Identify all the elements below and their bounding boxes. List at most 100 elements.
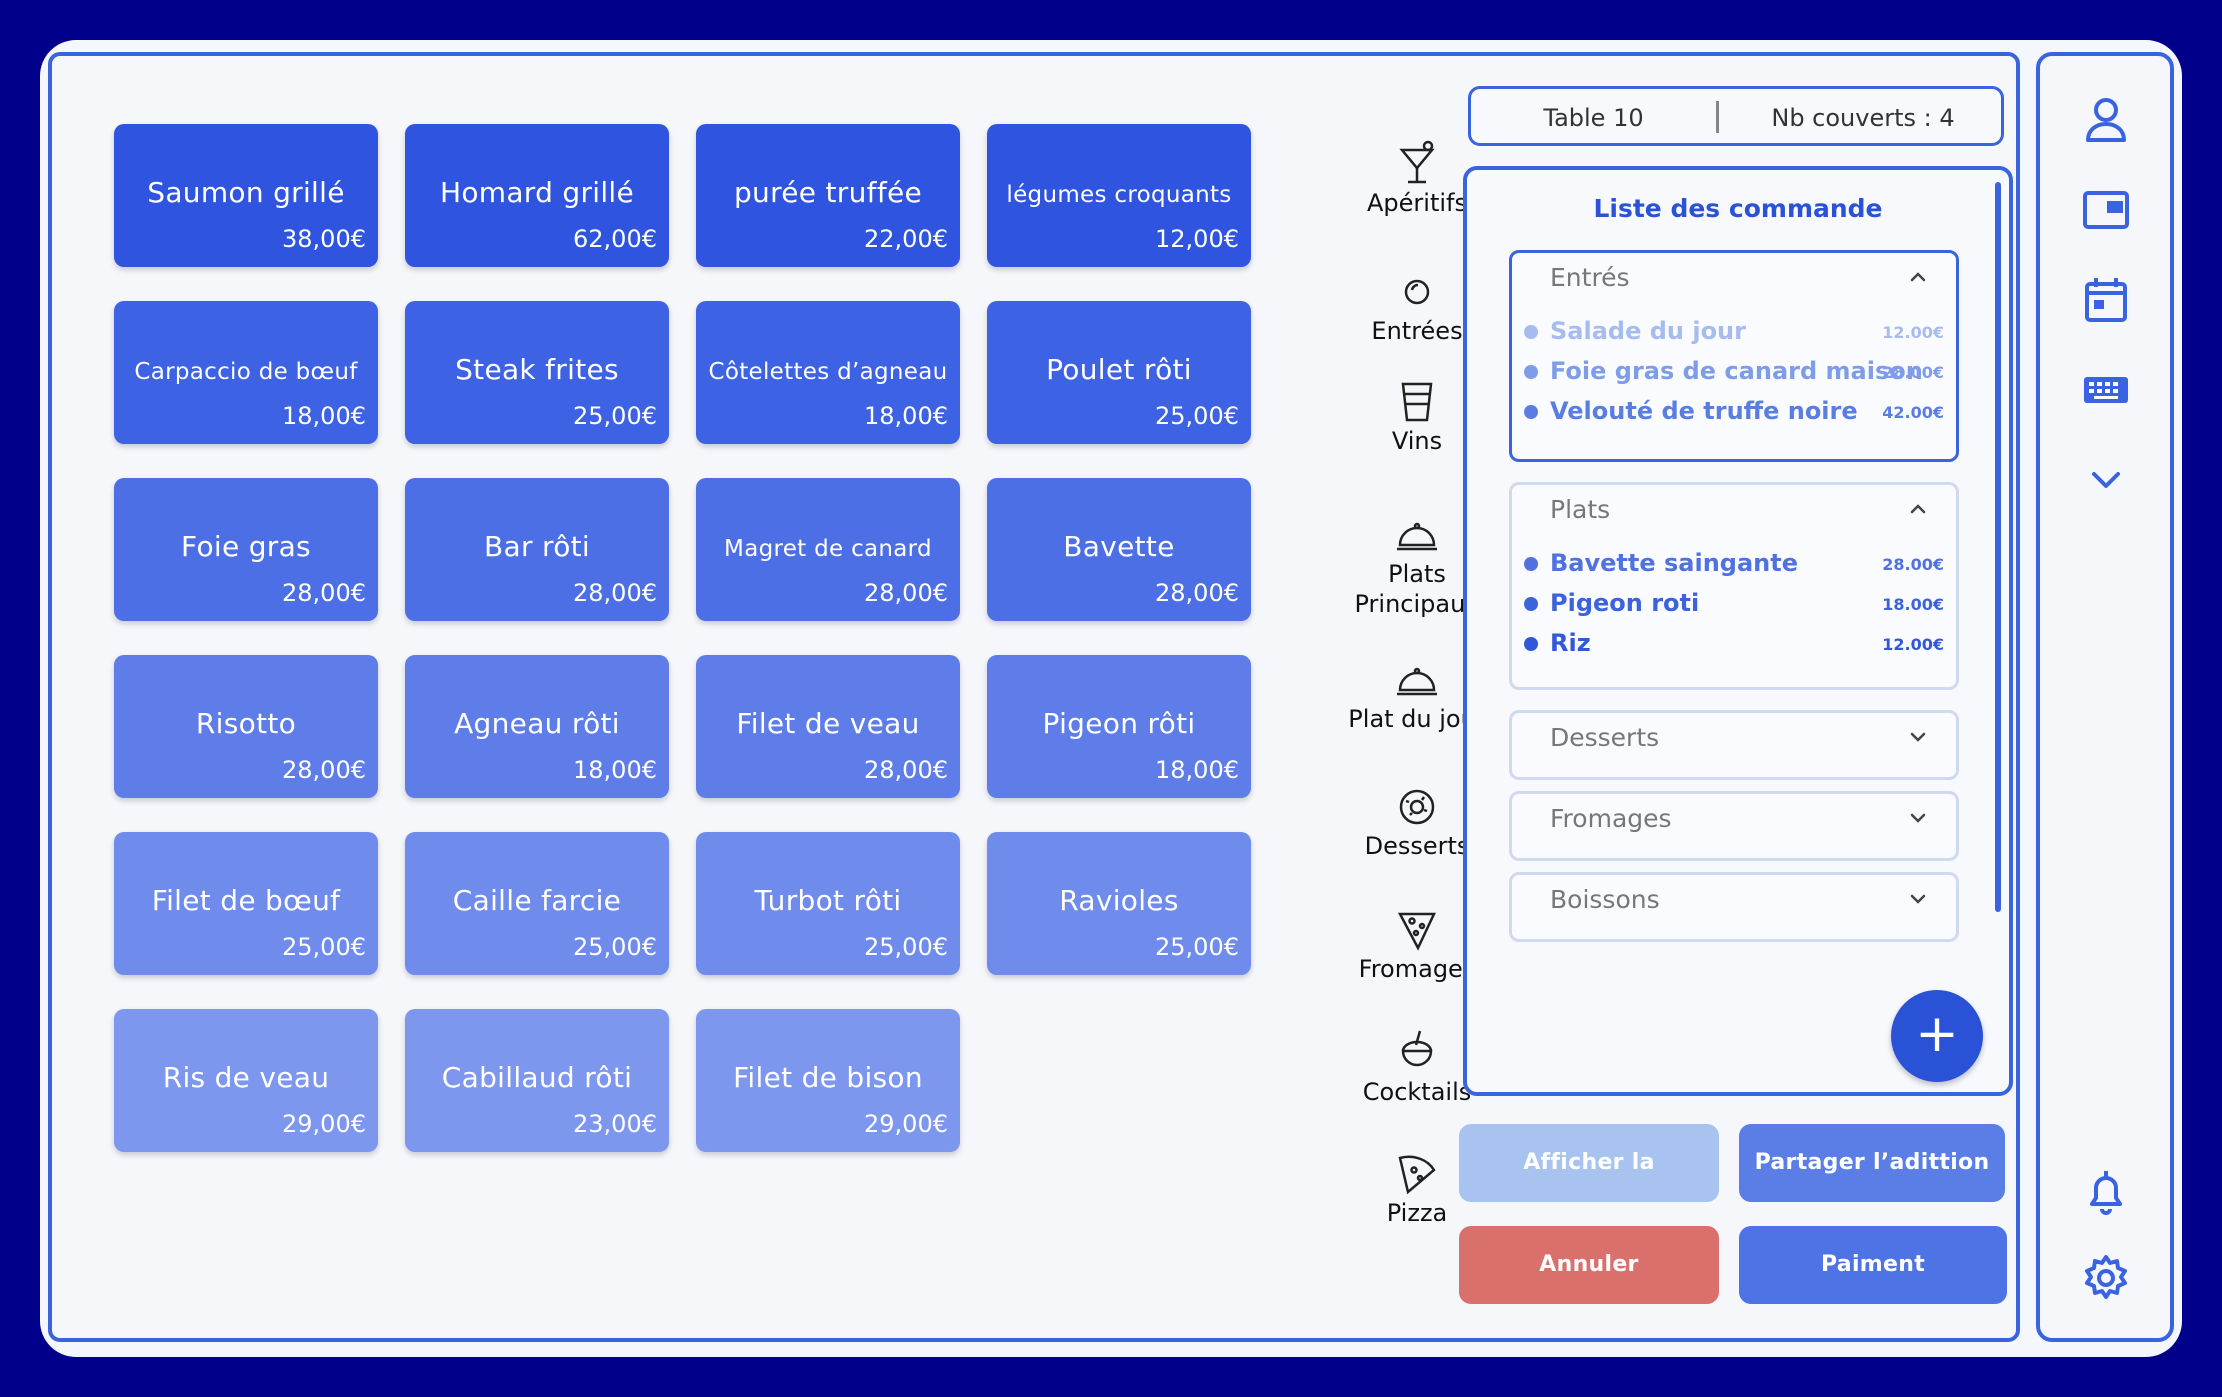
user-icon[interactable] [2080, 94, 2132, 146]
order-title: Liste des commande [1593, 194, 1883, 223]
dish-card[interactable]: Turbot rôti 25,00€ [696, 832, 960, 975]
dish-name: Ravioles [1059, 884, 1179, 917]
dish-card[interactable]: purée truffée 22,00€ [696, 124, 960, 267]
add-button[interactable]: + [1891, 990, 1983, 1082]
section-title: Desserts [1550, 723, 1660, 752]
dish-name: Bar rôti [484, 530, 590, 563]
dish-price: 25,00€ [1155, 402, 1239, 430]
order-item[interactable]: Riz 12.00€ [1524, 627, 1944, 659]
dish-name: Magret de canard [724, 536, 932, 562]
order-section-boissons[interactable]: Boissons [1509, 872, 1959, 942]
dish-card[interactable]: Steak frites 25,00€ [405, 301, 669, 444]
order-section-plats[interactable]: Plats Bavette saingante 28.00€ Pigeon roti 1… [1509, 482, 1959, 690]
show-order-button[interactable]: Afficher la commande [1459, 1124, 1719, 1253]
dish-price: 28,00€ [282, 756, 366, 784]
bullet-icon [1524, 405, 1538, 419]
dish-card[interactable]: Ravioles 25,00€ [987, 832, 1251, 975]
dish-price: 25,00€ [1155, 933, 1239, 961]
chevron-down-icon[interactable] [1906, 725, 1930, 749]
header-divider [1716, 101, 1719, 133]
dish-card[interactable]: Magret de canard 28,00€ [696, 478, 960, 621]
dish-card[interactable]: légumes croquants 12,00€ [987, 124, 1251, 267]
order-item-name: Salade du jour [1550, 317, 1746, 345]
order-item[interactable]: Foie gras de canard maison 28.00€ [1524, 355, 1944, 387]
covers-count: Nb couverts : 4 [1771, 104, 1955, 132]
order-item-price: 28.00€ [1882, 363, 1944, 382]
order-item-name: Riz [1550, 629, 1591, 657]
split-bill-button[interactable]: Partager l’adittion [1739, 1124, 2005, 1202]
chevron-down-icon[interactable] [2080, 454, 2132, 506]
dish-name: Ris de veau [162, 1061, 330, 1094]
section-title: Plats [1550, 495, 1611, 524]
dish-card[interactable]: Bar rôti 28,00€ [405, 478, 669, 621]
dish-card[interactable]: Risotto 28,00€ [114, 655, 378, 798]
order-item[interactable]: Velouté de truffe noire 42.00€ [1524, 395, 1944, 427]
dish-price: 28,00€ [864, 756, 948, 784]
dish-name: Carpaccio de bœuf [134, 359, 358, 385]
order-item[interactable]: Salade du jour 12.00€ [1524, 315, 1944, 347]
bullet-icon [1524, 557, 1538, 571]
dish-card[interactable]: Ris de veau 29,00€ [114, 1009, 378, 1152]
bell-icon[interactable] [2080, 1166, 2132, 1218]
dish-name: Cabillaud rôti [441, 1061, 633, 1094]
chevron-down-icon[interactable] [1906, 887, 1930, 911]
dish-card[interactable]: Filet de bison 29,00€ [696, 1009, 960, 1152]
cheese-icon [1397, 912, 1436, 951]
order-panel: Liste des commande Entrés Salade du jour 1… [1463, 166, 2013, 1096]
order-scrollbar[interactable] [1995, 182, 2001, 912]
dish-card[interactable]: Côtelettes d’agneau 18,00€ [696, 301, 960, 444]
dish-price: 25,00€ [864, 933, 948, 961]
dish-price: 28,00€ [864, 579, 948, 607]
order-item[interactable]: Bavette saingante 28.00€ [1524, 547, 1944, 579]
order-section-fromages[interactable]: Fromages [1509, 791, 1959, 861]
chevron-up-icon[interactable] [1906, 265, 1930, 289]
chevron-up-icon[interactable] [1906, 497, 1930, 521]
order-item-name: Bavette saingante [1550, 549, 1798, 577]
dish-card[interactable]: Pigeon rôti 18,00€ [987, 655, 1251, 798]
dish-name: Agneau rôti [454, 707, 620, 740]
dish-price: 29,00€ [864, 1110, 948, 1138]
table-number: Table 10 [1543, 104, 1644, 132]
dish-card[interactable]: Carpaccio de bœuf 18,00€ [114, 301, 378, 444]
section-title: Boissons [1550, 885, 1660, 914]
order-item[interactable]: Pigeon roti 18.00€ [1524, 587, 1944, 619]
dish-name: Pigeon rôti [1042, 707, 1196, 740]
wine-cup-icon [1401, 382, 1433, 422]
chevron-down-icon[interactable] [1906, 806, 1930, 830]
dish-card[interactable]: Foie gras 28,00€ [114, 478, 378, 621]
dish-name: Steak frites [455, 353, 619, 386]
cocktail-glass-icon [1399, 140, 1435, 184]
dish-name: Risotto [195, 707, 297, 740]
dish-name: Bavette [1063, 530, 1175, 563]
order-item-price: 12.00€ [1882, 323, 1944, 342]
bullet-icon [1524, 597, 1538, 611]
dish-card[interactable]: Poulet rôti 25,00€ [987, 301, 1251, 444]
dish-card[interactable]: Saumon grillé 38,00€ [114, 124, 378, 267]
cloche-icon [1397, 667, 1437, 696]
order-item-price: 28.00€ [1882, 555, 1944, 574]
dish-card[interactable]: Filet de veau 28,00€ [696, 655, 960, 798]
dish-card[interactable]: Cabillaud rôti 23,00€ [405, 1009, 669, 1152]
order-section-entr-s[interactable]: Entrés Salade du jour 12.00€ Foie gras de c… [1509, 250, 1959, 462]
keyboard-icon[interactable] [2080, 364, 2132, 416]
order-item-name: Foie gras de canard maison [1550, 357, 1923, 385]
gear-icon[interactable] [2080, 1252, 2132, 1304]
donut-icon [1399, 789, 1435, 825]
order-item-price: 12.00€ [1882, 635, 1944, 654]
bullet-icon [1524, 325, 1538, 339]
dish-card[interactable]: Agneau rôti 18,00€ [405, 655, 669, 798]
window-icon[interactable] [2080, 184, 2132, 236]
order-item-name: Pigeon roti [1550, 589, 1700, 617]
dish-card[interactable]: Homard grillé 62,00€ [405, 124, 669, 267]
app-screen: Saumon grillé 38,00€ Homard grillé 62,00€ pu… [40, 40, 2182, 1357]
pay-button[interactable]: Paiment [1739, 1226, 2007, 1304]
dish-name: Côtelettes d’agneau [708, 359, 948, 385]
dish-price: 25,00€ [573, 933, 657, 961]
dish-card[interactable]: Caille farcie 25,00€ [405, 832, 669, 975]
dish-card[interactable]: Bavette 28,00€ [987, 478, 1251, 621]
section-title: Fromages [1550, 804, 1672, 833]
order-section-desserts[interactable]: Desserts [1509, 710, 1959, 780]
dish-card[interactable]: Filet de bœuf 25,00€ [114, 832, 378, 975]
cancel-button[interactable]: Annuler [1459, 1226, 1719, 1304]
calendar-icon[interactable] [2080, 274, 2132, 326]
